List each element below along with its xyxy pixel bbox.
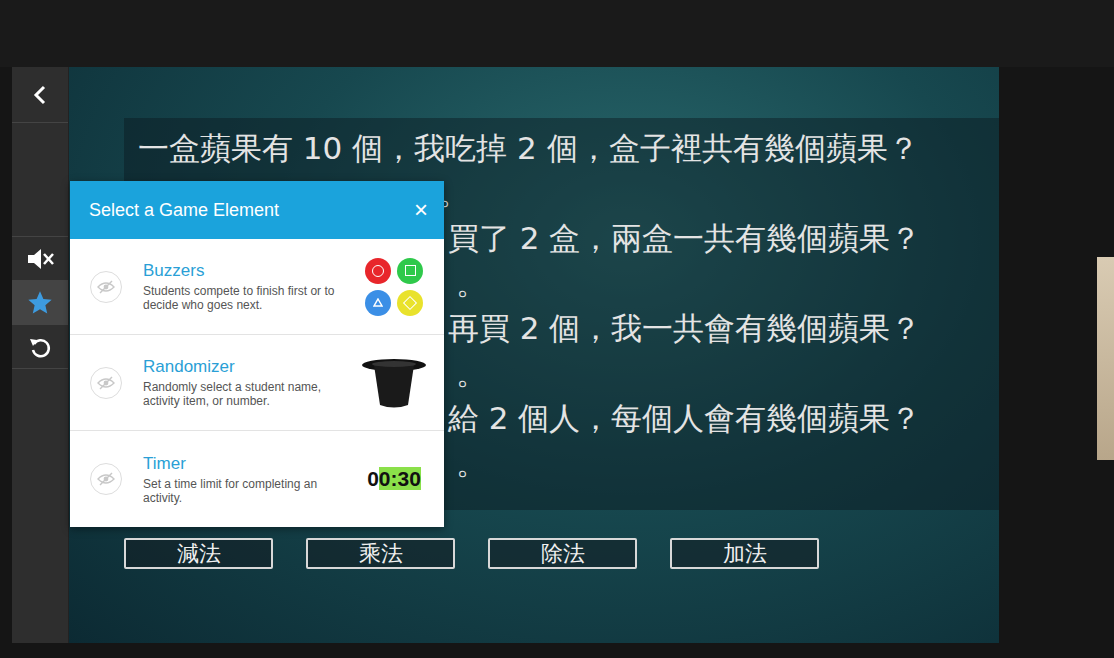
element-title: Timer [143, 454, 360, 474]
operation-button[interactable]: 乘法 [306, 538, 455, 569]
game-element-row[interactable]: Randomizer Randomly select a student nam… [70, 335, 444, 431]
bottom-bar [0, 643, 1114, 658]
eye-off-icon[interactable] [90, 271, 122, 303]
element-description: Set a time limit for completing an activ… [143, 477, 343, 505]
game-element-dialog: Select a Game Element × Buzzers Students… [70, 181, 444, 527]
eye-off-icon[interactable] [90, 463, 122, 495]
speaker-muted-icon [25, 246, 55, 272]
buzzer-icon [397, 290, 423, 316]
sidebar [12, 67, 69, 643]
dialog-title: Select a Game Element [89, 200, 279, 221]
buzzer-icon [365, 290, 391, 316]
operation-button[interactable]: 減法 [124, 538, 273, 569]
operation-button[interactable]: 加法 [670, 538, 819, 569]
element-title: Buzzers [143, 261, 360, 281]
screen: 一盒蘋果有 10 個，我吃掉 2 個，盒子裡共有幾個蘋果？ 。買了 2 盒，兩盒… [0, 0, 1114, 658]
buzzer-icon [397, 258, 423, 284]
reset-icon [28, 335, 52, 359]
game-stage: 一盒蘋果有 10 個，我吃掉 2 個，盒子裡共有幾個蘋果？ 。買了 2 盒，兩盒… [69, 67, 999, 643]
game-element-row[interactable]: Timer Set a time limit for completing an… [70, 431, 444, 527]
video-thumbnail [1097, 257, 1114, 460]
eye-off-icon[interactable] [90, 367, 122, 399]
game-element-row[interactable]: Buzzers Students compete to finish first… [70, 239, 444, 335]
back-button[interactable] [12, 67, 68, 123]
element-description: Students compete to finish first or to d… [143, 284, 343, 312]
element-title: Randomizer [143, 357, 360, 377]
mute-button[interactable] [12, 237, 68, 281]
timer-display: 00:30 [367, 467, 421, 491]
chevron-left-icon [31, 84, 49, 106]
buzzers-icon [365, 258, 423, 316]
close-button[interactable]: × [414, 198, 428, 222]
main-area: 一盒蘋果有 10 個，我吃掉 2 個，盒子裡共有幾個蘋果？ 。買了 2 盒，兩盒… [0, 67, 1114, 643]
operation-button[interactable]: 除法 [488, 538, 637, 569]
buzzer-icon [365, 258, 391, 284]
reset-button[interactable] [12, 325, 68, 369]
game-elements-button[interactable] [12, 281, 68, 325]
dialog-header: Select a Game Element × [70, 181, 444, 239]
question-text: 一盒蘋果有 10 個，我吃掉 2 個，盒子裡共有幾個蘋果？ [138, 126, 999, 171]
star-icon [26, 289, 54, 317]
top-hat-icon [361, 357, 427, 409]
element-description: Randomly select a student name, activity… [143, 380, 343, 408]
top-bar [0, 0, 1114, 67]
operation-buttons: 減法 乘法 除法 加法 [124, 538, 999, 569]
